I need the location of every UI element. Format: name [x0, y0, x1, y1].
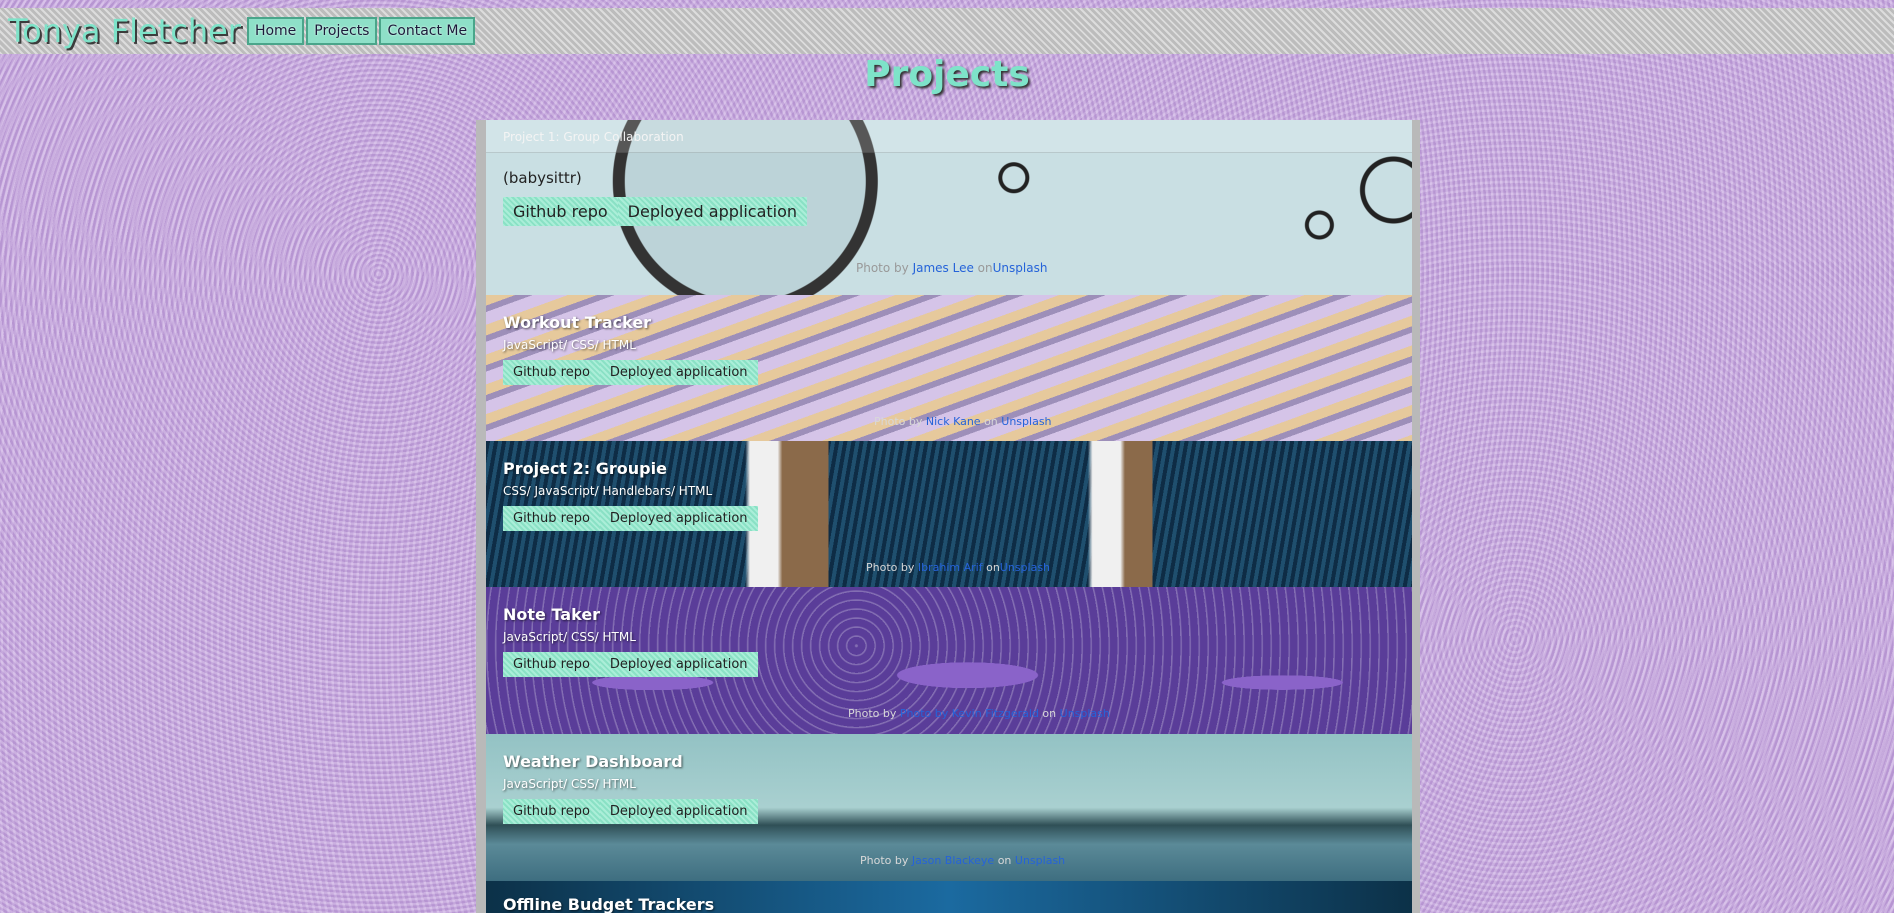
github-repo-button[interactable]: Github repo [503, 506, 600, 531]
card-title: Weather Dashboard [503, 752, 683, 771]
nav-projects-link[interactable]: Projects [306, 17, 378, 45]
nav-home-link[interactable]: Home [246, 17, 305, 45]
github-repo-button[interactable]: Github repo [503, 197, 618, 226]
brand-name[interactable]: Tonya Fletcher [8, 12, 241, 50]
photo-credit: Photo by Jason Blackeye on Unsplash [860, 854, 1065, 867]
projects-panel: Project 1: Group Collaboration (babysitt… [476, 120, 1420, 913]
project-card-note-taker: Note Taker JavaScript/ CSS/ HTML Github … [486, 587, 1412, 734]
deployed-app-button[interactable]: Deployed application [599, 360, 758, 385]
project-card-weather-dashboard: Weather Dashboard JavaScript/ CSS/ HTML … [486, 734, 1412, 881]
credit-site-link[interactable]: Unsplash [1000, 561, 1050, 574]
deployed-app-button[interactable]: Deployed application [599, 506, 758, 531]
credit-mid: on [973, 261, 993, 275]
card-header: Project 1: Group Collaboration [486, 120, 1412, 153]
credit-author-link[interactable]: Nick Kane [926, 415, 981, 428]
deployed-app-button[interactable]: Deployed application [617, 197, 808, 226]
top-navbar: Tonya Fletcher Home Projects Contact Me [0, 8, 1894, 54]
credit-site-link[interactable]: Unsplash [993, 261, 1048, 275]
credit-site-link[interactable]: Unsplash [1060, 707, 1110, 720]
credit-mid: on [994, 854, 1015, 867]
github-repo-button[interactable]: Github repo [503, 360, 600, 385]
card-subtitle: JavaScript/ CSS/ HTML [503, 630, 636, 644]
card-title: Project 2: Groupie [503, 459, 667, 478]
credit-prefix: Photo by [874, 415, 926, 428]
github-repo-button[interactable]: Github repo [503, 652, 600, 677]
card-subtitle: CSS/ JavaScript/ Handlebars/ HTML [503, 484, 713, 498]
credit-author-link[interactable]: Photo by Kevin Fitzgerald [900, 707, 1039, 720]
photo-credit: Photo by Ibrahim Arif onUnsplash [866, 561, 1050, 574]
project-card-babysittr: Project 1: Group Collaboration (babysitt… [486, 120, 1412, 295]
card-subtitle: JavaScript/ CSS/ HTML [503, 777, 636, 791]
card-subtitle: (babysittr) [503, 169, 582, 187]
project-card-groupie: Project 2: Groupie CSS/ JavaScript/ Hand… [486, 441, 1412, 587]
project-card-workout-tracker: Workout Tracker JavaScript/ CSS/ HTML Gi… [486, 295, 1412, 441]
nav-contact-link[interactable]: Contact Me [379, 17, 476, 45]
credit-author-link[interactable]: Jason Blackeye [912, 854, 994, 867]
credit-mid: on [980, 415, 1002, 428]
photo-credit: Photo by Photo by Kevin Fitzgerald on Un… [848, 707, 1110, 720]
photo-credit: Photo by Nick Kane on Unsplash [874, 415, 1052, 428]
credit-mid: on [1038, 707, 1060, 720]
page-title: Projects [864, 54, 1030, 95]
project-card-offline-budget: Offline Budget Trackers [486, 881, 1412, 913]
credit-mid: on [982, 561, 1000, 574]
credit-prefix: Photo by [848, 707, 900, 720]
photo-credit: Photo by James Lee onUnsplash [856, 261, 1047, 275]
credit-author-link[interactable]: Ibrahim Arif [918, 561, 983, 574]
credit-prefix: Photo by [866, 561, 918, 574]
card-subtitle: JavaScript/ CSS/ HTML [503, 338, 636, 352]
credit-prefix: Photo by [856, 261, 913, 275]
credit-prefix: Photo by [860, 854, 912, 867]
card-title: Offline Budget Trackers [503, 895, 715, 913]
deployed-app-button[interactable]: Deployed application [599, 799, 758, 824]
github-repo-button[interactable]: Github repo [503, 799, 600, 824]
card-title: Note Taker [503, 605, 601, 624]
credit-site-link[interactable]: Unsplash [1001, 415, 1051, 428]
credit-author-link[interactable]: James Lee [913, 261, 974, 275]
card-title: Workout Tracker [503, 313, 652, 332]
credit-site-link[interactable]: Unsplash [1015, 854, 1065, 867]
deployed-app-button[interactable]: Deployed application [599, 652, 758, 677]
